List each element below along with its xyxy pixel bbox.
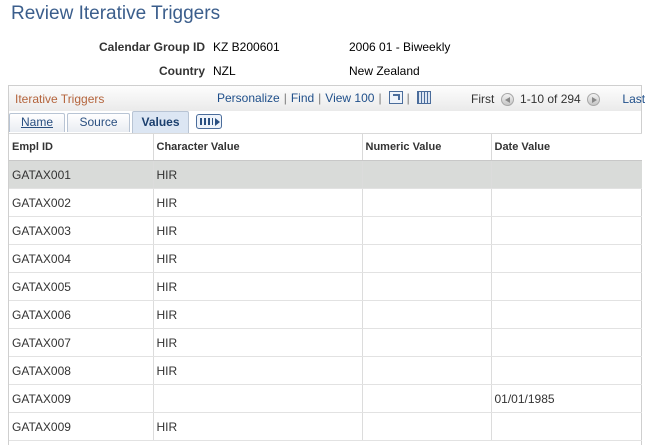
page-title: Review Iterative Triggers bbox=[11, 3, 221, 24]
view-all-link[interactable]: View 100 bbox=[325, 91, 374, 105]
numeric-value-cell bbox=[362, 328, 492, 357]
table-row[interactable]: GATAX008 HIR bbox=[9, 356, 642, 385]
tab-values[interactable]: Values bbox=[132, 111, 189, 133]
character-value-cell: HIR bbox=[153, 216, 363, 245]
page: Review Iterative Triggers Calendar Group… bbox=[0, 0, 647, 445]
empl-id-cell: GATAX009 bbox=[9, 384, 154, 413]
empl-id-cell: GATAX001 bbox=[9, 160, 154, 189]
date-value-cell: 01/01/1985 bbox=[491, 384, 642, 413]
numeric-value-cell bbox=[362, 356, 492, 385]
date-value-cell bbox=[491, 356, 642, 385]
country-name: New Zealand bbox=[349, 64, 420, 78]
numeric-value-cell bbox=[362, 160, 492, 189]
date-value-cell bbox=[491, 272, 642, 301]
column-header-date-value[interactable]: Date Value bbox=[491, 133, 642, 161]
spreadsheet-icon[interactable] bbox=[416, 91, 431, 104]
empl-id-cell: GATAX003 bbox=[9, 216, 154, 245]
empl-id-cell: GATAX009 bbox=[9, 412, 154, 441]
tab-source[interactable]: Source bbox=[67, 113, 130, 132]
separator: | bbox=[406, 91, 410, 105]
character-value-cell: HIR bbox=[153, 244, 363, 273]
grid-tabs: Name Source Values bbox=[9, 111, 641, 133]
table-row[interactable]: GATAX006 HIR bbox=[9, 300, 642, 329]
tab-name[interactable]: Name bbox=[9, 113, 65, 132]
empl-id-cell: GATAX004 bbox=[9, 244, 154, 273]
table-row[interactable]: GATAX007 HIR bbox=[9, 328, 642, 357]
empl-id-cell: GATAX006 bbox=[9, 300, 154, 329]
character-value-cell: HIR bbox=[153, 300, 363, 329]
empl-id-cell: GATAX002 bbox=[9, 188, 154, 217]
next-arrow-icon[interactable] bbox=[587, 93, 601, 106]
grid-title: Iterative Triggers bbox=[15, 92, 105, 106]
empl-id-cell: GATAX005 bbox=[9, 272, 154, 301]
tab-source-label: Source bbox=[79, 115, 118, 129]
empl-id-cell: GATAX008 bbox=[9, 356, 154, 385]
character-value-cell bbox=[153, 384, 363, 413]
iterative-triggers-grid: Iterative Triggers Personalize | Find | View… bbox=[8, 85, 645, 445]
numeric-value-cell bbox=[362, 216, 492, 245]
table-header-row: Empl ID Character Value Numeric Value Da… bbox=[9, 133, 642, 161]
column-header-character-value[interactable]: Character Value bbox=[153, 133, 363, 161]
date-value-cell bbox=[491, 188, 642, 217]
show-all-columns-icon[interactable] bbox=[196, 114, 222, 129]
column-header-empl-id[interactable]: Empl ID bbox=[9, 133, 154, 161]
numeric-value-cell bbox=[362, 244, 492, 273]
find-link[interactable]: Find bbox=[291, 91, 314, 105]
triggers-table: Empl ID Character Value Numeric Value Da… bbox=[9, 133, 642, 441]
calendar-group-label: Calendar Group ID bbox=[98, 40, 205, 54]
table-row[interactable]: GATAX001 HIR bbox=[9, 160, 642, 189]
character-value-cell: HIR bbox=[153, 356, 363, 385]
calendar-group-id: KZ B200601 bbox=[213, 40, 280, 54]
tab-values-label: Values bbox=[141, 115, 180, 129]
table-row[interactable]: GATAX009 HIR bbox=[9, 412, 642, 441]
first-link[interactable]: First bbox=[471, 92, 494, 106]
row-range: 1-10 of 294 bbox=[520, 92, 581, 106]
separator: | bbox=[318, 91, 322, 105]
separator: | bbox=[283, 91, 287, 105]
last-link[interactable]: Last bbox=[622, 92, 645, 106]
country-code: NZL bbox=[213, 64, 236, 78]
character-value-cell: HIR bbox=[153, 328, 363, 357]
table-row[interactable]: GATAX005 HIR bbox=[9, 272, 642, 301]
numeric-value-cell bbox=[362, 412, 492, 441]
date-value-cell bbox=[491, 328, 642, 357]
table-row[interactable]: GATAX009 01/01/1985 bbox=[9, 384, 642, 413]
table-row[interactable]: GATAX002 HIR bbox=[9, 188, 642, 217]
date-value-cell bbox=[491, 160, 642, 189]
column-header-numeric-value[interactable]: Numeric Value bbox=[362, 133, 492, 161]
character-value-cell: HIR bbox=[153, 412, 363, 441]
country-label: Country bbox=[159, 64, 205, 78]
calendar-group-description: 2006 01 - Biweekly bbox=[349, 40, 451, 54]
date-value-cell bbox=[491, 412, 642, 441]
table-row[interactable]: GATAX004 HIR bbox=[9, 244, 642, 273]
zoom-icon[interactable] bbox=[388, 91, 403, 104]
numeric-value-cell bbox=[362, 300, 492, 329]
tab-name-label: Name bbox=[20, 115, 53, 129]
empl-id-cell: GATAX007 bbox=[9, 328, 154, 357]
previous-arrow-icon[interactable] bbox=[500, 93, 514, 106]
numeric-value-cell bbox=[362, 384, 492, 413]
table-row[interactable]: GATAX003 HIR bbox=[9, 216, 642, 245]
personalize-link[interactable]: Personalize bbox=[217, 91, 280, 105]
character-value-cell: HIR bbox=[153, 188, 363, 217]
numeric-value-cell bbox=[362, 272, 492, 301]
date-value-cell bbox=[491, 244, 642, 273]
date-value-cell bbox=[491, 216, 642, 245]
character-value-cell: HIR bbox=[153, 160, 363, 189]
grid-navbar: Personalize | Find | View 100 | | bbox=[217, 91, 431, 105]
date-value-cell bbox=[491, 300, 642, 329]
grid-pager: First 1-10 of 294 Last bbox=[471, 92, 645, 106]
numeric-value-cell bbox=[362, 188, 492, 217]
grid-header: Iterative Triggers Personalize | Find | View… bbox=[9, 86, 645, 112]
separator: | bbox=[378, 91, 382, 105]
character-value-cell: HIR bbox=[153, 272, 363, 301]
